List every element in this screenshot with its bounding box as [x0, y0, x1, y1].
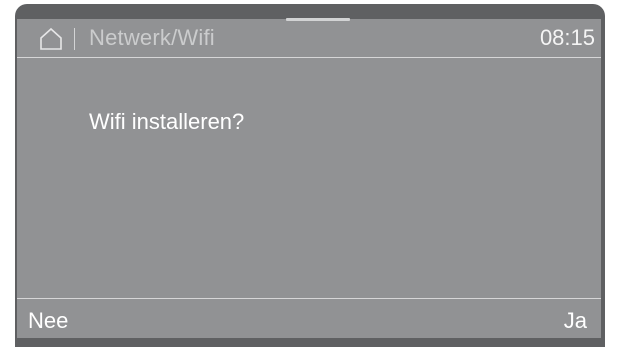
no-button[interactable]: Nee	[28, 308, 68, 334]
page-title: Netwerk/Wifi	[89, 25, 215, 50]
status-header: Netwerk/Wifi 08:15	[17, 19, 601, 58]
top-indicator	[286, 18, 350, 21]
header-divider	[74, 28, 75, 50]
button-bar: Nee Ja	[17, 298, 601, 338]
clock: 08:15	[539, 25, 595, 50]
prompt-question: Wifi installeren?	[89, 109, 245, 134]
yes-button[interactable]: Ja	[564, 308, 587, 334]
display-screen: Netwerk/Wifi 08:15 Wifi installeren? Nee…	[17, 19, 601, 338]
home-icon[interactable]	[39, 27, 63, 51]
